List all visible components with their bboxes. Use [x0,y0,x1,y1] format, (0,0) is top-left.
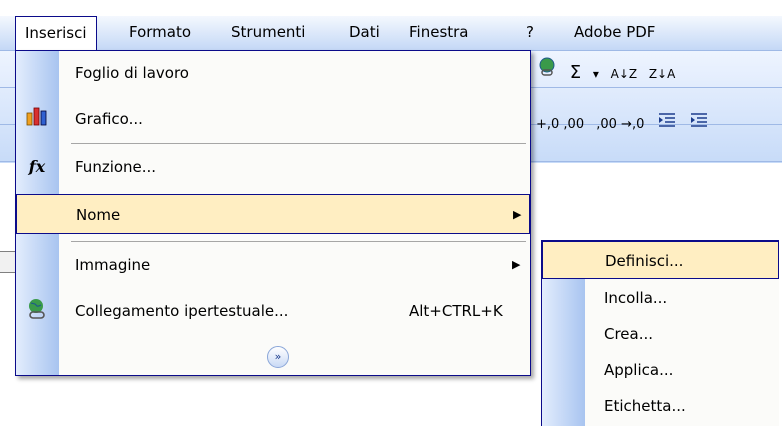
autosum-dropdown-icon[interactable]: ▾ [593,67,599,81]
submenu-item-label: Applica... [604,361,674,379]
autosum-icon[interactable]: Σ [570,62,581,83]
hyperlink-toolbar-icon[interactable] [536,56,558,83]
menu-item-grafico[interactable]: Grafico... [16,99,530,139]
menu-formato[interactable]: Formato [120,16,200,48]
submenu-item-applica[interactable]: Applica... [542,351,779,389]
hyperlink-icon [20,297,54,325]
menu-item-nome[interactable]: Nome ▶ [16,194,530,234]
function-icon: fx [28,157,46,176]
submenu-arrow-icon: ▶ [512,258,521,271]
submenu-item-definisci[interactable]: Definisci... [542,241,779,279]
menu-bar: Inserisci Formato Strumenti Dati Finestr… [0,16,782,51]
menu-item-foglio-di-lavoro[interactable]: Foglio di lavoro [16,53,530,93]
toolbar-icons-row2: +,0 ,00 ,00 →,0 [536,112,717,142]
menu-item-label: Collegamento ipertestuale... [75,302,289,320]
menu-inserisci[interactable]: Inserisci [15,16,97,50]
menu-separator [71,241,526,242]
menu-item-label: Nome [76,206,121,224]
submenu-item-label: Crea... [604,325,654,343]
sort-descending-icon[interactable]: Z↓A [649,67,675,81]
submenu-item-etichetta[interactable]: Etichetta... [542,387,779,425]
submenu-item-crea[interactable]: Crea... [542,315,779,353]
menu-item-label: Foglio di lavoro [75,64,189,82]
menu-item-funzione[interactable]: fx Funzione... [16,147,530,187]
menu-adobe-pdf[interactable]: Adobe PDF [565,16,664,48]
nome-submenu: Definisci... Incolla... Crea... Applica.… [541,240,779,426]
sort-ascending-icon[interactable]: A↓Z [611,67,637,81]
chart-icon [20,105,54,133]
menu-finestra[interactable]: Finestra [400,16,478,48]
increase-indent-icon[interactable] [689,112,709,132]
decrease-decimal-icon[interactable]: ,00 →,0 [596,117,644,132]
menu-help[interactable]: ? [517,16,543,48]
menu-item-label: Funzione... [75,158,157,176]
menu-separator [71,143,526,144]
menu-item-label: Grafico... [75,110,143,128]
menu-item-label: Immagine [75,256,151,274]
toolbar-icons-row1: Σ ▾ A↓Z Z↓A [536,56,681,86]
submenu-item-incolla[interactable]: Incolla... [542,279,779,317]
double-chevron-down-icon[interactable]: » [267,346,289,368]
menu-item-immagine[interactable]: Immagine ▶ [16,245,530,285]
submenu-arrow-icon: ▶ [513,208,522,221]
menu-dati[interactable]: Dati [340,16,389,48]
increase-decimal-icon[interactable]: +,0 ,00 [536,117,584,132]
submenu-item-label: Etichetta... [604,397,686,415]
menu-item-collegamento[interactable]: Collegamento ipertestuale... Alt+CTRL+K [16,291,530,331]
menu-strumenti[interactable]: Strumenti [222,16,314,48]
decrease-indent-icon[interactable] [657,112,677,132]
inserisci-dropdown-menu: Foglio di lavoro Grafico... fx Funzione.… [15,50,531,376]
submenu-item-label: Definisci... [605,252,684,270]
submenu-item-label: Incolla... [604,289,668,307]
menu-item-shortcut: Alt+CTRL+K [409,302,503,320]
